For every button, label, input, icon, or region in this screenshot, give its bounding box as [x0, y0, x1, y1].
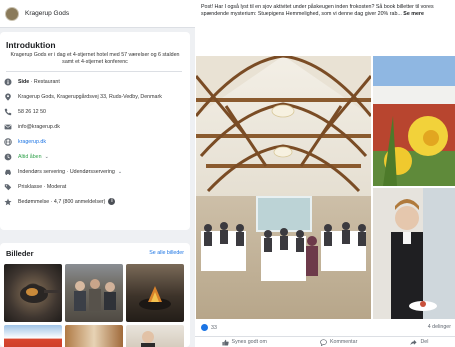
like-reaction-icon [201, 324, 208, 331]
banquet-hall-image [196, 56, 371, 319]
post-card: Post! Har I også lyst til en sjov aktivi… [195, 0, 455, 347]
photo-thumbnail[interactable] [65, 325, 123, 347]
intro-card: Introduktion Kragerup Gods er i dag et 4… [0, 32, 190, 230]
price-tag-icon [4, 183, 12, 190]
website-link[interactable]: kragerup.dk [18, 139, 46, 145]
post-stats: 33 4 delinger [201, 324, 451, 332]
mail-icon [4, 124, 12, 129]
car-icon [5, 169, 11, 175]
share-button[interactable]: Del [410, 339, 428, 346]
thumbs-up-icon [221, 339, 229, 345]
post-actions: Synes godt om Kommentar Del [195, 336, 455, 347]
info-row-services: Indendørs servering · Udendørsservering … [4, 166, 122, 177]
person-image [141, 331, 155, 347]
info-row-page-type: Side · Restaurant [4, 76, 60, 87]
phone-text[interactable]: 58 26 12 50 [18, 109, 46, 115]
see-all-photos-link[interactable]: Se alle billeder [149, 250, 184, 256]
info-row-address: Kragerup Gods, Kragerupgårdsvej 33, Ruds… [4, 91, 162, 102]
info-row-email: info@kragerup.dk [4, 121, 60, 132]
page-type-category: · Restaurant [29, 78, 60, 85]
post-side-photo-staff[interactable] [373, 188, 455, 319]
star-icon [4, 198, 12, 205]
photo-thumbnail[interactable] [65, 264, 123, 322]
share-label: Del [420, 339, 429, 345]
info-row-website: kragerup.dk [4, 136, 46, 147]
see-more-link[interactable]: Se mere [403, 11, 424, 17]
page-type-label: Side [18, 78, 30, 85]
photo-thumbnail[interactable] [4, 325, 62, 347]
share-icon [410, 339, 418, 345]
page-avatar[interactable] [5, 6, 19, 21]
post-side-photo-flowers[interactable] [373, 56, 455, 186]
pan-image [20, 285, 62, 303]
rating-info-icon[interactable]: i [108, 198, 116, 205]
chevron-down-icon[interactable]: ⌄ [118, 169, 122, 175]
rating-text: Bedømmelse · 4,7 (800 anmeldelser) [18, 198, 106, 205]
info-row-price: Prisklasse · Moderat [4, 181, 66, 192]
comment-button[interactable]: Kommentar [320, 338, 358, 346]
intro-title: Introduktion [6, 40, 56, 50]
like-button[interactable]: Synes godt om [221, 339, 267, 346]
price-range-text: Prisklasse · Moderat [18, 183, 67, 190]
campfire-image [139, 286, 171, 310]
photos-card: Billeder Se alle billeder [0, 243, 190, 347]
waiter-image [373, 188, 455, 319]
post-text-body: Post! Har I også lyst til en sjov aktivi… [201, 4, 434, 17]
comment-icon [320, 338, 327, 346]
photos-title: Billeder [6, 249, 34, 258]
address-text[interactable]: Kragerup Gods, Kragerupgårdsvej 33, Ruds… [18, 94, 162, 100]
info-icon [4, 78, 12, 85]
post-main-photo[interactable] [196, 56, 371, 319]
intro-description: Kragerup Gods er i dag et 4-stjernet hot… [10, 52, 180, 65]
reaction-count[interactable]: 33 [211, 325, 217, 331]
people-image [74, 279, 116, 311]
comment-label: Kommentar [329, 339, 358, 345]
like-label: Synes godt om [231, 339, 267, 345]
phone-icon [4, 108, 12, 115]
info-row-hours: Altid åben ⌄ [4, 151, 49, 162]
clock-icon [4, 153, 12, 160]
map-pin-icon [5, 93, 11, 101]
chevron-down-icon[interactable]: ⌄ [45, 154, 49, 160]
hours-status[interactable]: Altid åben [18, 154, 42, 160]
email-text[interactable]: info@kragerup.dk [18, 124, 60, 130]
share-count[interactable]: 4 delinger [428, 324, 451, 330]
daffodils-image [373, 56, 455, 186]
photo-thumbnail[interactable] [126, 264, 184, 322]
info-row-phone: 58 26 12 50 [4, 106, 46, 117]
intro-divider [6, 71, 182, 72]
photo-thumbnail[interactable] [126, 325, 184, 347]
services-text: Indendørs servering · Udendørsservering [18, 168, 115, 175]
info-row-rating: Bedømmelse · 4,7 (800 anmeldelser) i [4, 196, 116, 207]
page-name[interactable]: Kragerup Gods [25, 10, 69, 17]
photo-thumbnail[interactable] [4, 264, 62, 322]
post-text: Post! Har I også lyst til en sjov aktivi… [201, 4, 451, 18]
link-icon [4, 137, 12, 146]
